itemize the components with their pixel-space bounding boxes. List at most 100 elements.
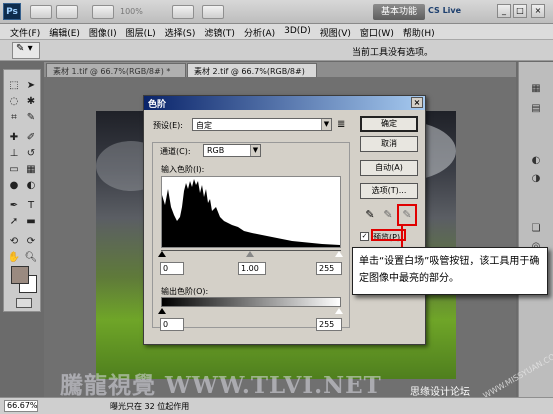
close-icon[interactable]: × xyxy=(411,97,423,108)
input-levels-label: 输入色阶(I): xyxy=(161,165,205,174)
masks-panel-icon[interactable]: ◑ xyxy=(527,172,545,186)
output-white-slider[interactable] xyxy=(335,308,343,314)
hand-tool-icon[interactable]: ✋ xyxy=(7,252,21,264)
dialog-title-bar[interactable]: 色阶 × xyxy=(144,96,425,110)
layers-panel-icon[interactable]: ❏ xyxy=(527,222,545,236)
preset-options-icon[interactable]: ≣ xyxy=(337,119,345,130)
minimize-icon[interactable]: _ xyxy=(497,4,511,18)
output-gradient-bar xyxy=(161,297,341,307)
3d-orbit-tool-icon[interactable]: ⟳ xyxy=(24,236,38,248)
menu-analysis[interactable]: 分析(A) xyxy=(240,24,280,39)
menu-filter[interactable]: 滤镜(T) xyxy=(200,24,240,39)
gray-point-eyedropper-icon[interactable]: ✎ xyxy=(381,207,395,223)
zoom-field[interactable]: 66.67% xyxy=(4,400,38,412)
menu-bar: 文件(F) 编辑(E) 图像(I) 图层(L) 选择(S) 滤镜(T) 分析(A… xyxy=(0,24,553,40)
adjustments-panel-icon[interactable]: ◐ xyxy=(527,154,545,168)
histogram-graph xyxy=(162,179,340,247)
tab-document-2[interactable]: 素材 2.tif @ 66.7%(RGB/8#) xyxy=(187,63,317,77)
maximize-icon[interactable]: □ xyxy=(513,4,527,18)
arrange-documents-button[interactable] xyxy=(172,5,194,19)
minibridge-button[interactable] xyxy=(56,5,78,19)
levels-dialog: 色阶 × 预设(E): 自定 ▼ ≣ 通道(C): RGB ▼ 输入色阶(I):… xyxy=(143,95,426,345)
preset-value: 自定 xyxy=(196,121,212,130)
menu-select[interactable]: 选择(S) xyxy=(161,24,201,39)
menu-window[interactable]: 窗口(W) xyxy=(356,24,399,39)
options-button[interactable]: 选项(T)... xyxy=(360,183,418,199)
channel-label: 通道(C): xyxy=(160,147,191,156)
blur-tool-icon[interactable]: ● xyxy=(7,180,21,192)
foreground-color-swatch[interactable] xyxy=(11,266,29,284)
ok-button[interactable]: 确定 xyxy=(360,116,418,132)
zoom-level[interactable]: 100% xyxy=(120,7,143,16)
type-tool-icon[interactable]: T xyxy=(24,200,38,212)
menu-image[interactable]: 图像(I) xyxy=(85,24,122,39)
preset-select[interactable]: 自定 ▼ xyxy=(192,118,332,131)
menu-view[interactable]: 视图(V) xyxy=(316,24,356,39)
dialog-title: 色阶 xyxy=(148,100,167,110)
menu-layer[interactable]: 图层(L) xyxy=(122,24,161,39)
output-black-field[interactable]: 0 xyxy=(160,318,184,331)
eyedropper-tool-icon[interactable]: ✎ xyxy=(24,112,38,124)
preset-label: 预设(E): xyxy=(153,121,183,130)
status-bar: 66.67% 曝光只在 32 位起作用 xyxy=(0,397,553,414)
clone-stamp-tool-icon[interactable]: ⊥ xyxy=(7,148,21,160)
screen-mode-button[interactable] xyxy=(202,5,224,19)
magic-wand-tool-icon[interactable]: ✱ xyxy=(24,96,38,108)
history-brush-tool-icon[interactable]: ↺ xyxy=(24,148,38,160)
healing-brush-tool-icon[interactable]: ✚ xyxy=(7,132,21,144)
output-levels-label: 输出色阶(O): xyxy=(161,287,209,296)
input-black-slider[interactable] xyxy=(158,251,166,257)
menu-file[interactable]: 文件(F) xyxy=(6,24,45,39)
quick-mask-button[interactable] xyxy=(16,298,32,308)
input-white-slider[interactable] xyxy=(335,251,343,257)
dodge-tool-icon[interactable]: ◐ xyxy=(24,180,38,192)
preview-checkbox[interactable]: ✓ xyxy=(360,232,369,241)
menu-edit[interactable]: 编辑(E) xyxy=(45,24,85,39)
close-icon[interactable]: × xyxy=(531,4,545,18)
application-bar: Ps 100% 基本功能 CS Live _ □ × xyxy=(0,0,553,24)
menu-help[interactable]: 帮助(H) xyxy=(399,24,440,39)
cs-live-button[interactable]: CS Live xyxy=(428,6,461,15)
site-watermark: 騰龍視覺 WWW.TLVI.NET xyxy=(60,372,382,399)
crop-tool-icon[interactable]: ⌗ xyxy=(7,112,21,124)
cancel-button[interactable]: 取消 xyxy=(360,136,418,152)
input-gamma-slider[interactable] xyxy=(246,251,254,257)
channel-select[interactable]: RGB ▼ xyxy=(203,144,261,157)
tab-document-1[interactable]: 素材 1.tif @ 66.7%(RGB/8#) * xyxy=(46,63,186,77)
view-extras-button[interactable] xyxy=(92,5,114,19)
instruction-callout: 单击“设置白场”吸管按钮，该工具用于确定图像中最亮的部分。 xyxy=(352,247,548,295)
pen-tool-icon[interactable]: ✒ xyxy=(7,200,21,212)
path-selection-tool-icon[interactable]: ➚ xyxy=(7,216,21,228)
output-black-slider[interactable] xyxy=(158,308,166,314)
chevron-down-icon: ▼ xyxy=(321,119,331,130)
color-panel-icon[interactable]: ▦ xyxy=(527,82,545,96)
eyedropper-icon: ✎ xyxy=(16,43,25,54)
channel-value: RGB xyxy=(207,146,225,155)
swatches-panel-icon[interactable]: ▤ xyxy=(527,102,545,116)
options-hint: 当前工具没有选项。 xyxy=(352,48,434,58)
options-bar: ✎ ▾ 当前工具没有选项。 xyxy=(0,40,553,61)
input-gamma-field[interactable]: 1.00 xyxy=(238,262,266,275)
output-white-field[interactable]: 255 xyxy=(316,318,342,331)
3d-rotate-tool-icon[interactable]: ⟲ xyxy=(7,236,21,248)
input-white-field[interactable]: 255 xyxy=(316,262,342,275)
photoshop-logo: Ps xyxy=(3,3,21,20)
white-point-highlight xyxy=(397,204,417,226)
black-point-eyedropper-icon[interactable]: ✎ xyxy=(363,207,377,223)
zoom-tool-icon[interactable]: 🔍︎ xyxy=(24,252,38,264)
workspace-switcher[interactable]: 基本功能 xyxy=(373,4,425,20)
brush-tool-icon[interactable]: ✐ xyxy=(24,132,38,144)
gradient-tool-icon[interactable]: ▦ xyxy=(24,164,38,176)
shape-tool-icon[interactable]: ▬ xyxy=(24,216,38,228)
tool-preset-picker[interactable]: ✎ ▾ xyxy=(12,42,40,59)
auto-button[interactable]: 自动(A) xyxy=(360,160,418,176)
bridge-button[interactable] xyxy=(30,5,52,19)
eraser-tool-icon[interactable]: ▭ xyxy=(7,164,21,176)
menu-3d[interactable]: 3D(D) xyxy=(280,24,316,39)
toolbox: ⬚ ➤ ◌ ✱ ⌗ ✎ ✚ ✐ ⊥ ↺ ▭ ▦ ● ◐ ✒ T ➚ ▬ ⟲ ⟳ … xyxy=(3,69,41,312)
move-tool-icon[interactable]: ➤ xyxy=(24,80,38,92)
marquee-tool-icon[interactable]: ⬚ xyxy=(7,80,21,92)
lasso-tool-icon[interactable]: ◌ xyxy=(7,96,21,108)
forum-watermark: 思缘设计论坛 xyxy=(410,387,470,398)
input-black-field[interactable]: 0 xyxy=(160,262,184,275)
